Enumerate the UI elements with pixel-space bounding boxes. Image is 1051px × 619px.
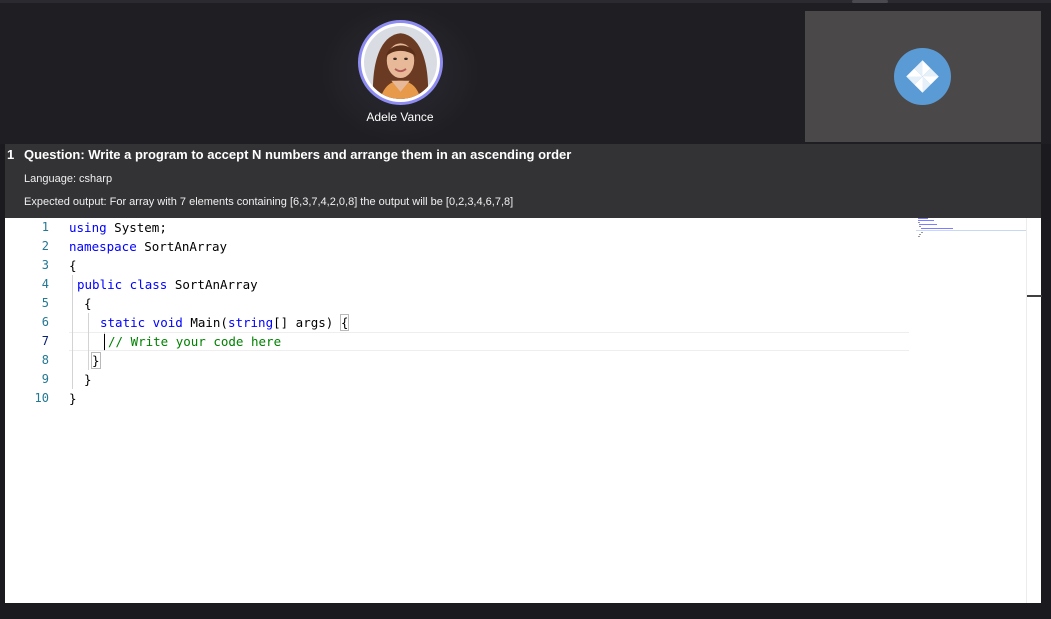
code-text: { <box>84 296 92 311</box>
minimap-line <box>921 232 923 233</box>
question-language: Language: csharp <box>24 173 113 185</box>
code-text: } <box>69 391 77 406</box>
teams-logo-icon <box>894 48 951 105</box>
question-expected-output: Expected output: For array with 7 elemen… <box>24 196 514 208</box>
participant-name: Adele Vance <box>366 110 434 124</box>
keyword: namespace <box>69 239 137 254</box>
line-number: 8 <box>41 353 49 367</box>
minimap-line <box>919 224 937 225</box>
code-line: static void Main(string[] args) { <box>100 313 350 332</box>
indent-guide <box>88 313 89 370</box>
code-text: SortAnArray <box>136 239 228 254</box>
code-line: } <box>84 370 92 389</box>
minimap-line <box>918 236 920 237</box>
code-line: { <box>69 256 77 275</box>
matching-bracket: } <box>91 352 101 369</box>
code-text: System; <box>106 220 167 235</box>
code-text: SortAnArray <box>167 277 258 292</box>
participant-avatar[interactable] <box>358 20 443 105</box>
line-number: 4 <box>41 277 49 291</box>
line-number: 5 <box>41 296 49 310</box>
code-text: Main( <box>182 315 228 330</box>
code-text: } <box>84 372 92 387</box>
minimap-line <box>918 222 920 223</box>
self-video-tile[interactable] <box>805 11 1041 142</box>
avatar-photo <box>364 26 437 99</box>
line-number: 9 <box>41 372 49 386</box>
line-number-gutter: 1 2 3 4 5 6 7 8 9 10 <box>5 218 57 603</box>
code-line: { <box>84 294 92 313</box>
question-panel: 1 Question: Write a program to accept N … <box>5 144 1041 218</box>
matching-bracket: { <box>339 314 350 331</box>
code-line: namespace SortAnArray <box>69 237 227 256</box>
minimap-line <box>918 220 934 221</box>
code-line: } <box>69 389 77 408</box>
minimap-active-line <box>916 230 1026 231</box>
scrollbar-cursor-marker <box>1027 295 1042 297</box>
keyword: public class <box>77 277 168 292</box>
minimap-line <box>918 218 928 219</box>
line-number: 10 <box>34 391 49 405</box>
line-number: 3 <box>41 258 49 272</box>
minimap-line <box>921 228 953 229</box>
vertical-scrollbar[interactable] <box>1026 218 1042 603</box>
minimap-line <box>919 234 921 235</box>
code-line: using System; <box>69 218 167 237</box>
question-number: 1 <box>7 147 15 162</box>
code-text: [] args) <box>273 315 341 330</box>
line-number: 6 <box>41 315 49 329</box>
line-number-active: 7 <box>41 334 49 348</box>
code-line-active[interactable]: // Write your code here <box>108 332 281 351</box>
keyword: static void <box>100 315 183 330</box>
code-line: public class SortAnArray <box>77 275 258 294</box>
keyword: string <box>227 315 274 330</box>
code-editor[interactable]: 1 2 3 4 5 6 7 8 9 10 using System; names… <box>5 218 1042 603</box>
code-comment: // Write your code here <box>108 334 282 349</box>
text-cursor <box>104 334 105 350</box>
indent-guide <box>72 275 73 389</box>
question-title: Question: Write a program to accept N nu… <box>24 147 572 162</box>
line-number: 1 <box>41 220 49 234</box>
bottom-bar <box>0 603 1051 619</box>
video-stage: Adele Vance <box>0 3 1051 144</box>
keyword: using <box>69 220 107 235</box>
code-line: } <box>91 351 101 370</box>
code-area[interactable]: using System; namespace SortAnArray { pu… <box>69 218 919 603</box>
minimap[interactable] <box>916 218 1026 248</box>
line-number: 2 <box>41 239 49 253</box>
code-text: { <box>69 258 77 273</box>
minimap-line <box>919 226 921 227</box>
